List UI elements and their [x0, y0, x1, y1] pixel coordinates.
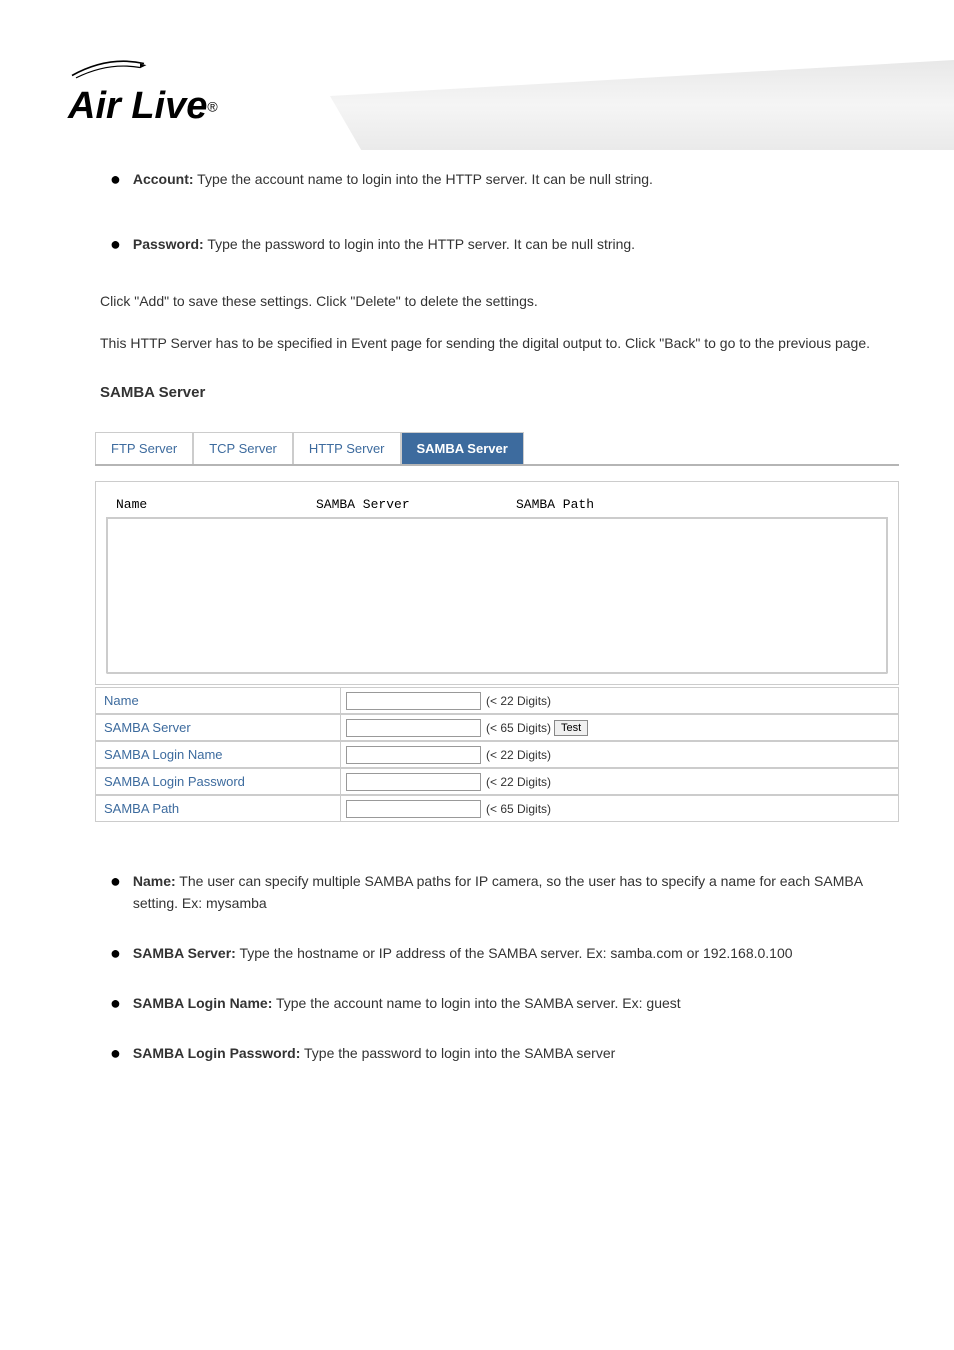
bullet-password: Password: Type the password to login int… [133, 233, 635, 255]
label-server: SAMBA Server [96, 715, 341, 740]
logo-text: Air Live [68, 85, 207, 127]
bullet-icon: ● [110, 870, 121, 914]
hint-password: (< 22 Digits) [486, 775, 551, 789]
bullet-name-desc: Name: The user can specify multiple SAMB… [133, 870, 894, 914]
registered-icon: ® [207, 99, 217, 115]
tab-http[interactable]: HTTP Server [293, 432, 401, 464]
bullet-icon: ● [110, 1042, 121, 1064]
list-header: Name SAMBA Server SAMBA Path [106, 492, 888, 519]
list-area [106, 519, 888, 674]
hint-path: (< 65 Digits) [486, 802, 551, 816]
bullet-icon: ● [110, 992, 121, 1014]
hint-name: (< 22 Digits) [486, 694, 551, 708]
bullet-icon: ● [110, 233, 121, 255]
bullet-icon: ● [110, 168, 121, 190]
label-password: SAMBA Login Password [96, 769, 341, 794]
hint-login: (< 22 Digits) [486, 748, 551, 762]
bullet-icon: ● [110, 942, 121, 964]
tab-ftp[interactable]: FTP Server [95, 432, 193, 464]
tab-tcp[interactable]: TCP Server [193, 432, 293, 464]
server-input[interactable] [346, 719, 481, 737]
bullet-password-desc: SAMBA Login Password: Type the password … [133, 1042, 615, 1064]
bullet-server-desc: SAMBA Server: Type the hostname or IP ad… [133, 942, 793, 964]
tab-samba[interactable]: SAMBA Server [401, 432, 524, 464]
samba-content: Name SAMBA Server SAMBA Path [95, 481, 899, 685]
col-server: SAMBA Server [316, 497, 516, 512]
name-input[interactable] [346, 692, 481, 710]
bullet-account: Account: Type the account name to login … [133, 168, 653, 190]
login-input[interactable] [346, 746, 481, 764]
tab-bar: FTP Server TCP Server HTTP Server SAMBA … [95, 432, 899, 466]
post-note: Click "Add" to save these settings. Clic… [100, 290, 894, 312]
logo-arc-icon [68, 55, 148, 80]
bullet-login-desc: SAMBA Login Name: Type the account name … [133, 992, 681, 1014]
col-path: SAMBA Path [516, 497, 878, 512]
subtitle-text: This HTTP Server has to be specified in … [100, 332, 894, 354]
logo: Air Live® [68, 55, 218, 128]
hint-server: (< 65 Digits) [486, 721, 551, 735]
col-name: Name [116, 497, 316, 512]
label-name: Name [96, 688, 341, 713]
label-login: SAMBA Login Name [96, 742, 341, 767]
path-input[interactable] [346, 800, 481, 818]
samba-title: SAMBA Server [100, 384, 894, 401]
label-path: SAMBA Path [96, 796, 341, 821]
test-button[interactable]: Test [554, 720, 588, 736]
header-banner [330, 60, 954, 150]
password-input[interactable] [346, 773, 481, 791]
